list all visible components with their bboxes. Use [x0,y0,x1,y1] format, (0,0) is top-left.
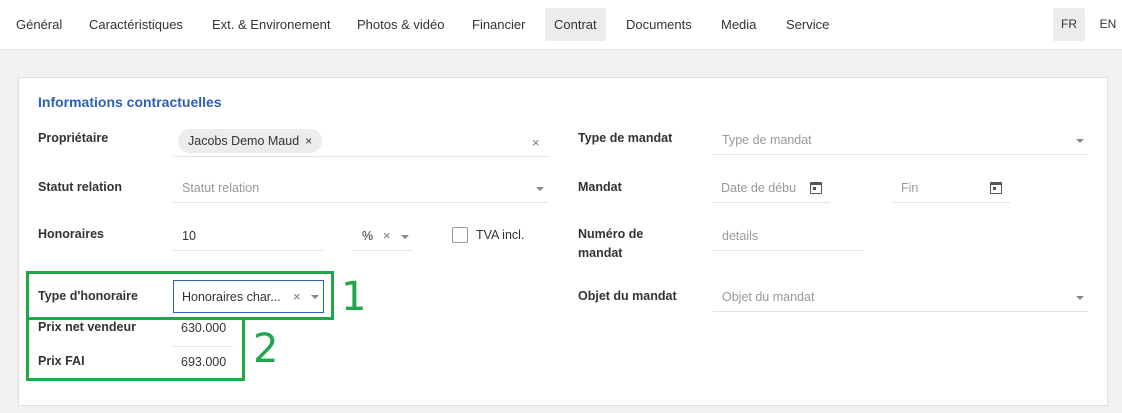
chevron-down-icon [1076,139,1084,143]
numero-mandat-label-line2: mandat [578,246,623,260]
honoraires-unit-select[interactable]: % × [353,221,413,251]
section-title: Informations contractuelles [38,94,222,110]
chevron-down-icon [401,235,409,239]
chevron-down-icon [1076,296,1084,300]
clear-icon[interactable]: × [532,135,540,150]
tab-caracteristiques[interactable]: Caractéristiques [80,8,192,41]
statut-placeholder: Statut relation [182,181,260,195]
proprietaire-select[interactable]: Jacobs Demo Maud × × [173,127,548,157]
tab-general[interactable]: Général [7,8,71,41]
mandat-start-date-input[interactable]: Date de débu [713,173,830,203]
numero-mandat-input[interactable]: details [713,221,863,251]
mandat-end-date-input[interactable]: Fin [893,173,1010,203]
numero-mandat-label-line1: Numéro de [578,227,644,241]
honoraires-value: 10 [182,229,196,243]
mandat-label: Mandat [578,180,622,194]
tva-label: TVA incl. [476,228,525,242]
statut-select[interactable]: Statut relation [173,173,548,203]
clear-icon[interactable]: × [383,228,391,243]
type-mandat-label: Type de mandat [578,131,673,145]
lang-en-button[interactable]: EN [1092,8,1122,41]
calendar-icon[interactable] [810,182,822,194]
end-date-placeholder: Fin [901,181,919,195]
calendar-icon[interactable] [990,182,1002,194]
objet-mandat-select[interactable]: Objet du mandat [713,282,1088,312]
annotation-number-1: 1 [341,274,367,320]
owner-chip: Jacobs Demo Maud × [178,129,323,153]
annotation-number-2: 2 [253,326,279,372]
honoraires-label: Honoraires [38,227,104,241]
proprietaire-label: Propriétaire [38,131,109,145]
unit-value: % [362,229,374,243]
chevron-down-icon [536,187,544,191]
owner-chip-label: Jacobs Demo Maud [188,134,300,148]
top-nav: Général Caractéristiques Ext. & Environe… [0,0,1122,50]
tab-media[interactable]: Media [712,8,765,41]
lang-fr-button[interactable]: FR [1053,8,1085,41]
statut-label: Statut relation [38,180,123,194]
objet-mandat-label: Objet du mandat [578,289,677,303]
tab-contrat[interactable]: Contrat [545,8,606,41]
type-mandat-select[interactable]: Type de mandat [713,125,1088,155]
honoraires-input[interactable]: 10 [173,221,323,251]
tab-photos-video[interactable]: Photos & vidéo [348,8,453,41]
annotation-box-2 [26,317,245,381]
tab-financier[interactable]: Financier [463,8,534,41]
tab-documents[interactable]: Documents [617,8,701,41]
type-mandat-placeholder: Type de mandat [722,133,812,147]
objet-mandat-placeholder: Objet du mandat [722,290,815,304]
tab-service[interactable]: Service [777,8,838,41]
chip-remove-icon[interactable]: × [305,134,312,148]
numero-mandat-placeholder: details [722,229,759,243]
annotation-box-1 [26,271,334,320]
tva-checkbox[interactable] [452,227,468,243]
tab-ext-environement[interactable]: Ext. & Environement [203,8,340,41]
start-date-placeholder: Date de débu [721,181,797,195]
